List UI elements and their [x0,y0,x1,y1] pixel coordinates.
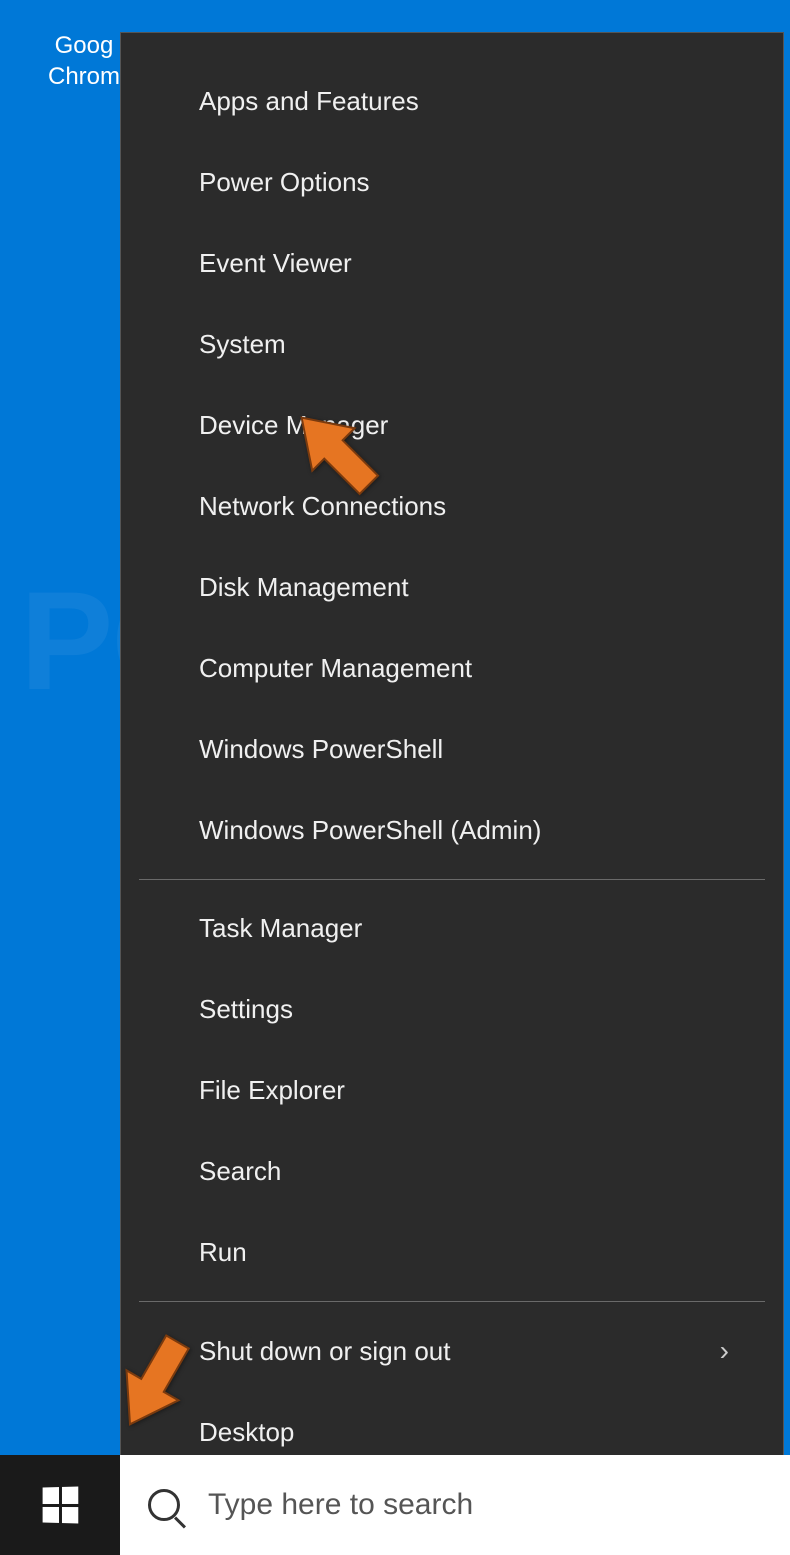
menu-item-disk-management[interactable]: Disk Management [121,547,783,628]
desktop-icon-label-1: Goog [55,32,114,59]
menu-separator [139,879,765,880]
menu-item-event-viewer[interactable]: Event Viewer [121,223,783,304]
menu-item-apps-features[interactable]: Apps and Features [121,61,783,142]
menu-item-shutdown[interactable]: Shut down or sign out › [121,1310,783,1392]
menu-item-search[interactable]: Search [121,1131,783,1212]
menu-item-run[interactable]: Run [121,1212,783,1293]
menu-item-powershell[interactable]: Windows PowerShell [121,709,783,790]
menu-item-task-manager[interactable]: Task Manager [121,888,783,969]
winx-context-menu: Apps and Features Power Options Event Vi… [120,32,784,1502]
chevron-right-icon: › [720,1335,743,1367]
menu-item-file-explorer[interactable]: File Explorer [121,1050,783,1131]
desktop-icon-chrome[interactable]: Goog Chrom [48,30,120,92]
taskbar-search[interactable]: Type here to search [120,1455,790,1555]
desktop-icon-label-2: Chrom [48,63,120,90]
menu-separator [139,1301,765,1302]
search-icon [148,1489,180,1521]
menu-item-system[interactable]: System [121,304,783,385]
menu-item-power-options[interactable]: Power Options [121,142,783,223]
menu-item-powershell-admin[interactable]: Windows PowerShell (Admin) [121,790,783,871]
windows-logo-icon [43,1487,79,1524]
taskbar: Type here to search [0,1455,790,1555]
menu-item-settings[interactable]: Settings [121,969,783,1050]
menu-item-device-manager[interactable]: Device Manager [121,385,783,466]
menu-item-computer-management[interactable]: Computer Management [121,628,783,709]
start-button[interactable] [0,1455,120,1555]
search-placeholder: Type here to search [208,1488,473,1522]
menu-item-network-connections[interactable]: Network Connections [121,466,783,547]
